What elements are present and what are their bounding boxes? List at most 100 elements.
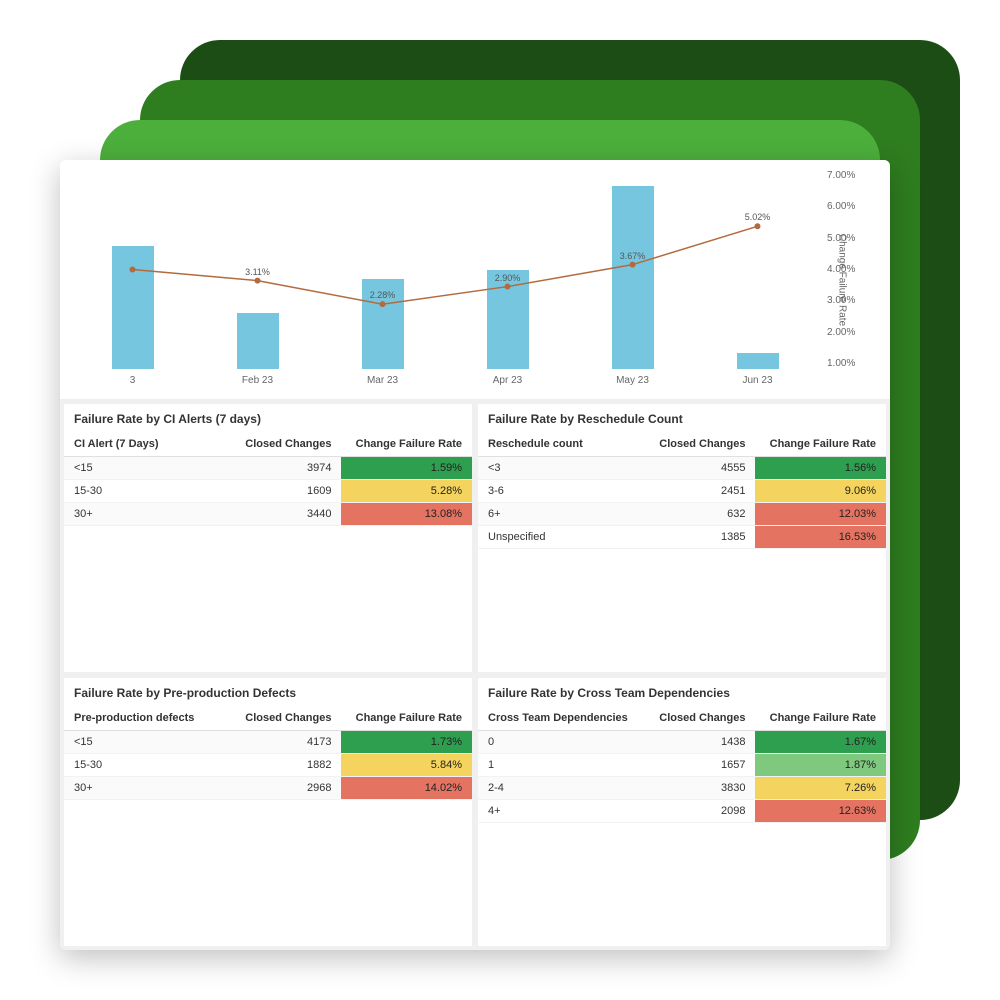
- cell-failure-rate: 14.02%: [341, 777, 472, 800]
- trend-point: [130, 267, 136, 273]
- metric-table: Cross Team DependenciesClosed ChangesCha…: [478, 706, 886, 823]
- metric-card: Failure Rate by CI Alerts (7 days)CI Ale…: [64, 404, 472, 672]
- cell-closed-changes: 2098: [645, 800, 756, 823]
- cell-failure-rate: 13.08%: [341, 503, 472, 526]
- cell-category: <3: [478, 457, 622, 480]
- table-row: <1541731.73%: [64, 731, 472, 754]
- card-title: Failure Rate by Reschedule Count: [478, 404, 886, 432]
- cell-category: 30+: [64, 777, 222, 800]
- trend-point-label: 3.11%: [245, 267, 270, 277]
- trend-point: [755, 223, 761, 229]
- metric-table: Reschedule countClosed ChangesChange Fai…: [478, 432, 886, 549]
- col-header: Change Failure Rate: [755, 706, 886, 731]
- cell-category: 30+: [64, 503, 202, 526]
- y2-axis-label: Change Failure Rate: [836, 233, 847, 325]
- cell-closed-changes: 3974: [202, 457, 342, 480]
- y2-tick: 3.00%: [827, 295, 872, 306]
- table-row: 6+63212.03%: [478, 503, 886, 526]
- cell-category: 0: [478, 731, 645, 754]
- trend-point-label: 2.90%: [495, 273, 521, 283]
- cell-failure-rate: 1.56%: [755, 457, 886, 480]
- col-header: Change Failure Rate: [755, 432, 886, 457]
- table-row: 15-3018825.84%: [64, 754, 472, 777]
- trend-point: [380, 301, 386, 307]
- trend-point-label: 3.67%: [620, 251, 646, 261]
- cell-closed-changes: 3440: [202, 503, 342, 526]
- col-header: Closed Changes: [222, 706, 341, 731]
- cell-failure-rate: 1.67%: [755, 731, 886, 754]
- cell-failure-rate: 7.26%: [755, 777, 886, 800]
- cell-closed-changes: 2451: [622, 480, 755, 503]
- x-axis: 3Feb 23Mar 23Apr 23May 23Jun 23: [70, 375, 820, 391]
- cell-failure-rate: 9.06%: [755, 480, 886, 503]
- col-header: Change Failure Rate: [341, 432, 472, 457]
- col-header: Closed Changes: [645, 706, 756, 731]
- cards-grid: Failure Rate by CI Alerts (7 days)CI Ale…: [60, 400, 890, 950]
- x-tick: Feb 23: [195, 375, 320, 391]
- table-row: 3-624519.06%: [478, 480, 886, 503]
- metric-table: CI Alert (7 Days)Closed ChangesChange Fa…: [64, 432, 472, 526]
- y2-tick: 7.00%: [827, 170, 872, 181]
- y2-tick: 2.00%: [827, 327, 872, 338]
- table-row: <345551.56%: [478, 457, 886, 480]
- col-header: Pre-production defects: [64, 706, 222, 731]
- cell-failure-rate: 12.63%: [755, 800, 886, 823]
- table-row: 30+344013.08%: [64, 503, 472, 526]
- x-tick: May 23: [570, 375, 695, 391]
- cell-failure-rate: 1.59%: [341, 457, 472, 480]
- trend-point: [255, 278, 261, 284]
- x-tick: Apr 23: [445, 375, 570, 391]
- trend-line: [133, 226, 758, 304]
- table-row: 116571.87%: [478, 754, 886, 777]
- cell-closed-changes: 1657: [645, 754, 756, 777]
- cell-closed-changes: 3830: [645, 777, 756, 800]
- table-row: <1539741.59%: [64, 457, 472, 480]
- cell-failure-rate: 1.73%: [341, 731, 472, 754]
- table-row: 014381.67%: [478, 731, 886, 754]
- cell-failure-rate: 1.87%: [755, 754, 886, 777]
- col-header: Closed Changes: [622, 432, 755, 457]
- col-header: Closed Changes: [202, 432, 342, 457]
- cell-closed-changes: 2968: [222, 777, 341, 800]
- trend-point-label: 5.02%: [745, 212, 771, 222]
- metric-card: Failure Rate by Reschedule CountReschedu…: [478, 404, 886, 672]
- table-row: 2-438307.26%: [478, 777, 886, 800]
- cell-failure-rate: 12.03%: [755, 503, 886, 526]
- x-tick: 3: [70, 375, 195, 391]
- cell-failure-rate: 5.28%: [341, 480, 472, 503]
- cell-closed-changes: 1385: [622, 526, 755, 549]
- metric-card: Failure Rate by Cross Team DependenciesC…: [478, 678, 886, 946]
- y2-tick: 5.00%: [827, 233, 872, 244]
- card-title: Failure Rate by CI Alerts (7 days): [64, 404, 472, 432]
- cell-closed-changes: 1438: [645, 731, 756, 754]
- trend-point: [505, 284, 511, 290]
- y2-axis-ticks: 7.00%6.00%5.00%4.00%3.00%2.00%1.00%: [827, 170, 872, 369]
- cell-closed-changes: 4555: [622, 457, 755, 480]
- card-title: Failure Rate by Pre-production Defects: [64, 678, 472, 706]
- trend-point: [630, 262, 636, 268]
- col-header: Change Failure Rate: [341, 706, 472, 731]
- card-title: Failure Rate by Cross Team Dependencies: [478, 678, 886, 706]
- cell-closed-changes: 4173: [222, 731, 341, 754]
- col-header: Reschedule count: [478, 432, 622, 457]
- cell-closed-changes: 632: [622, 503, 755, 526]
- cell-category: <15: [64, 731, 222, 754]
- cell-category: 1: [478, 754, 645, 777]
- y2-tick: 1.00%: [827, 358, 872, 369]
- metric-card: Failure Rate by Pre-production DefectsPr…: [64, 678, 472, 946]
- table-row: 15-3016095.28%: [64, 480, 472, 503]
- x-tick: Jun 23: [695, 375, 820, 391]
- combo-chart: 3.11%2.28%2.90%3.67%5.02% 7.00%6.00%5.00…: [60, 160, 890, 400]
- table-row: 4+209812.63%: [478, 800, 886, 823]
- cell-category: <15: [64, 457, 202, 480]
- cell-failure-rate: 5.84%: [341, 754, 472, 777]
- cell-category: Unspecified: [478, 526, 622, 549]
- y2-tick: 6.00%: [827, 201, 872, 212]
- cell-closed-changes: 1609: [202, 480, 342, 503]
- x-tick: Mar 23: [320, 375, 445, 391]
- cell-category: 15-30: [64, 754, 222, 777]
- cell-category: 4+: [478, 800, 645, 823]
- cell-closed-changes: 1882: [222, 754, 341, 777]
- cell-category: 15-30: [64, 480, 202, 503]
- col-header: CI Alert (7 Days): [64, 432, 202, 457]
